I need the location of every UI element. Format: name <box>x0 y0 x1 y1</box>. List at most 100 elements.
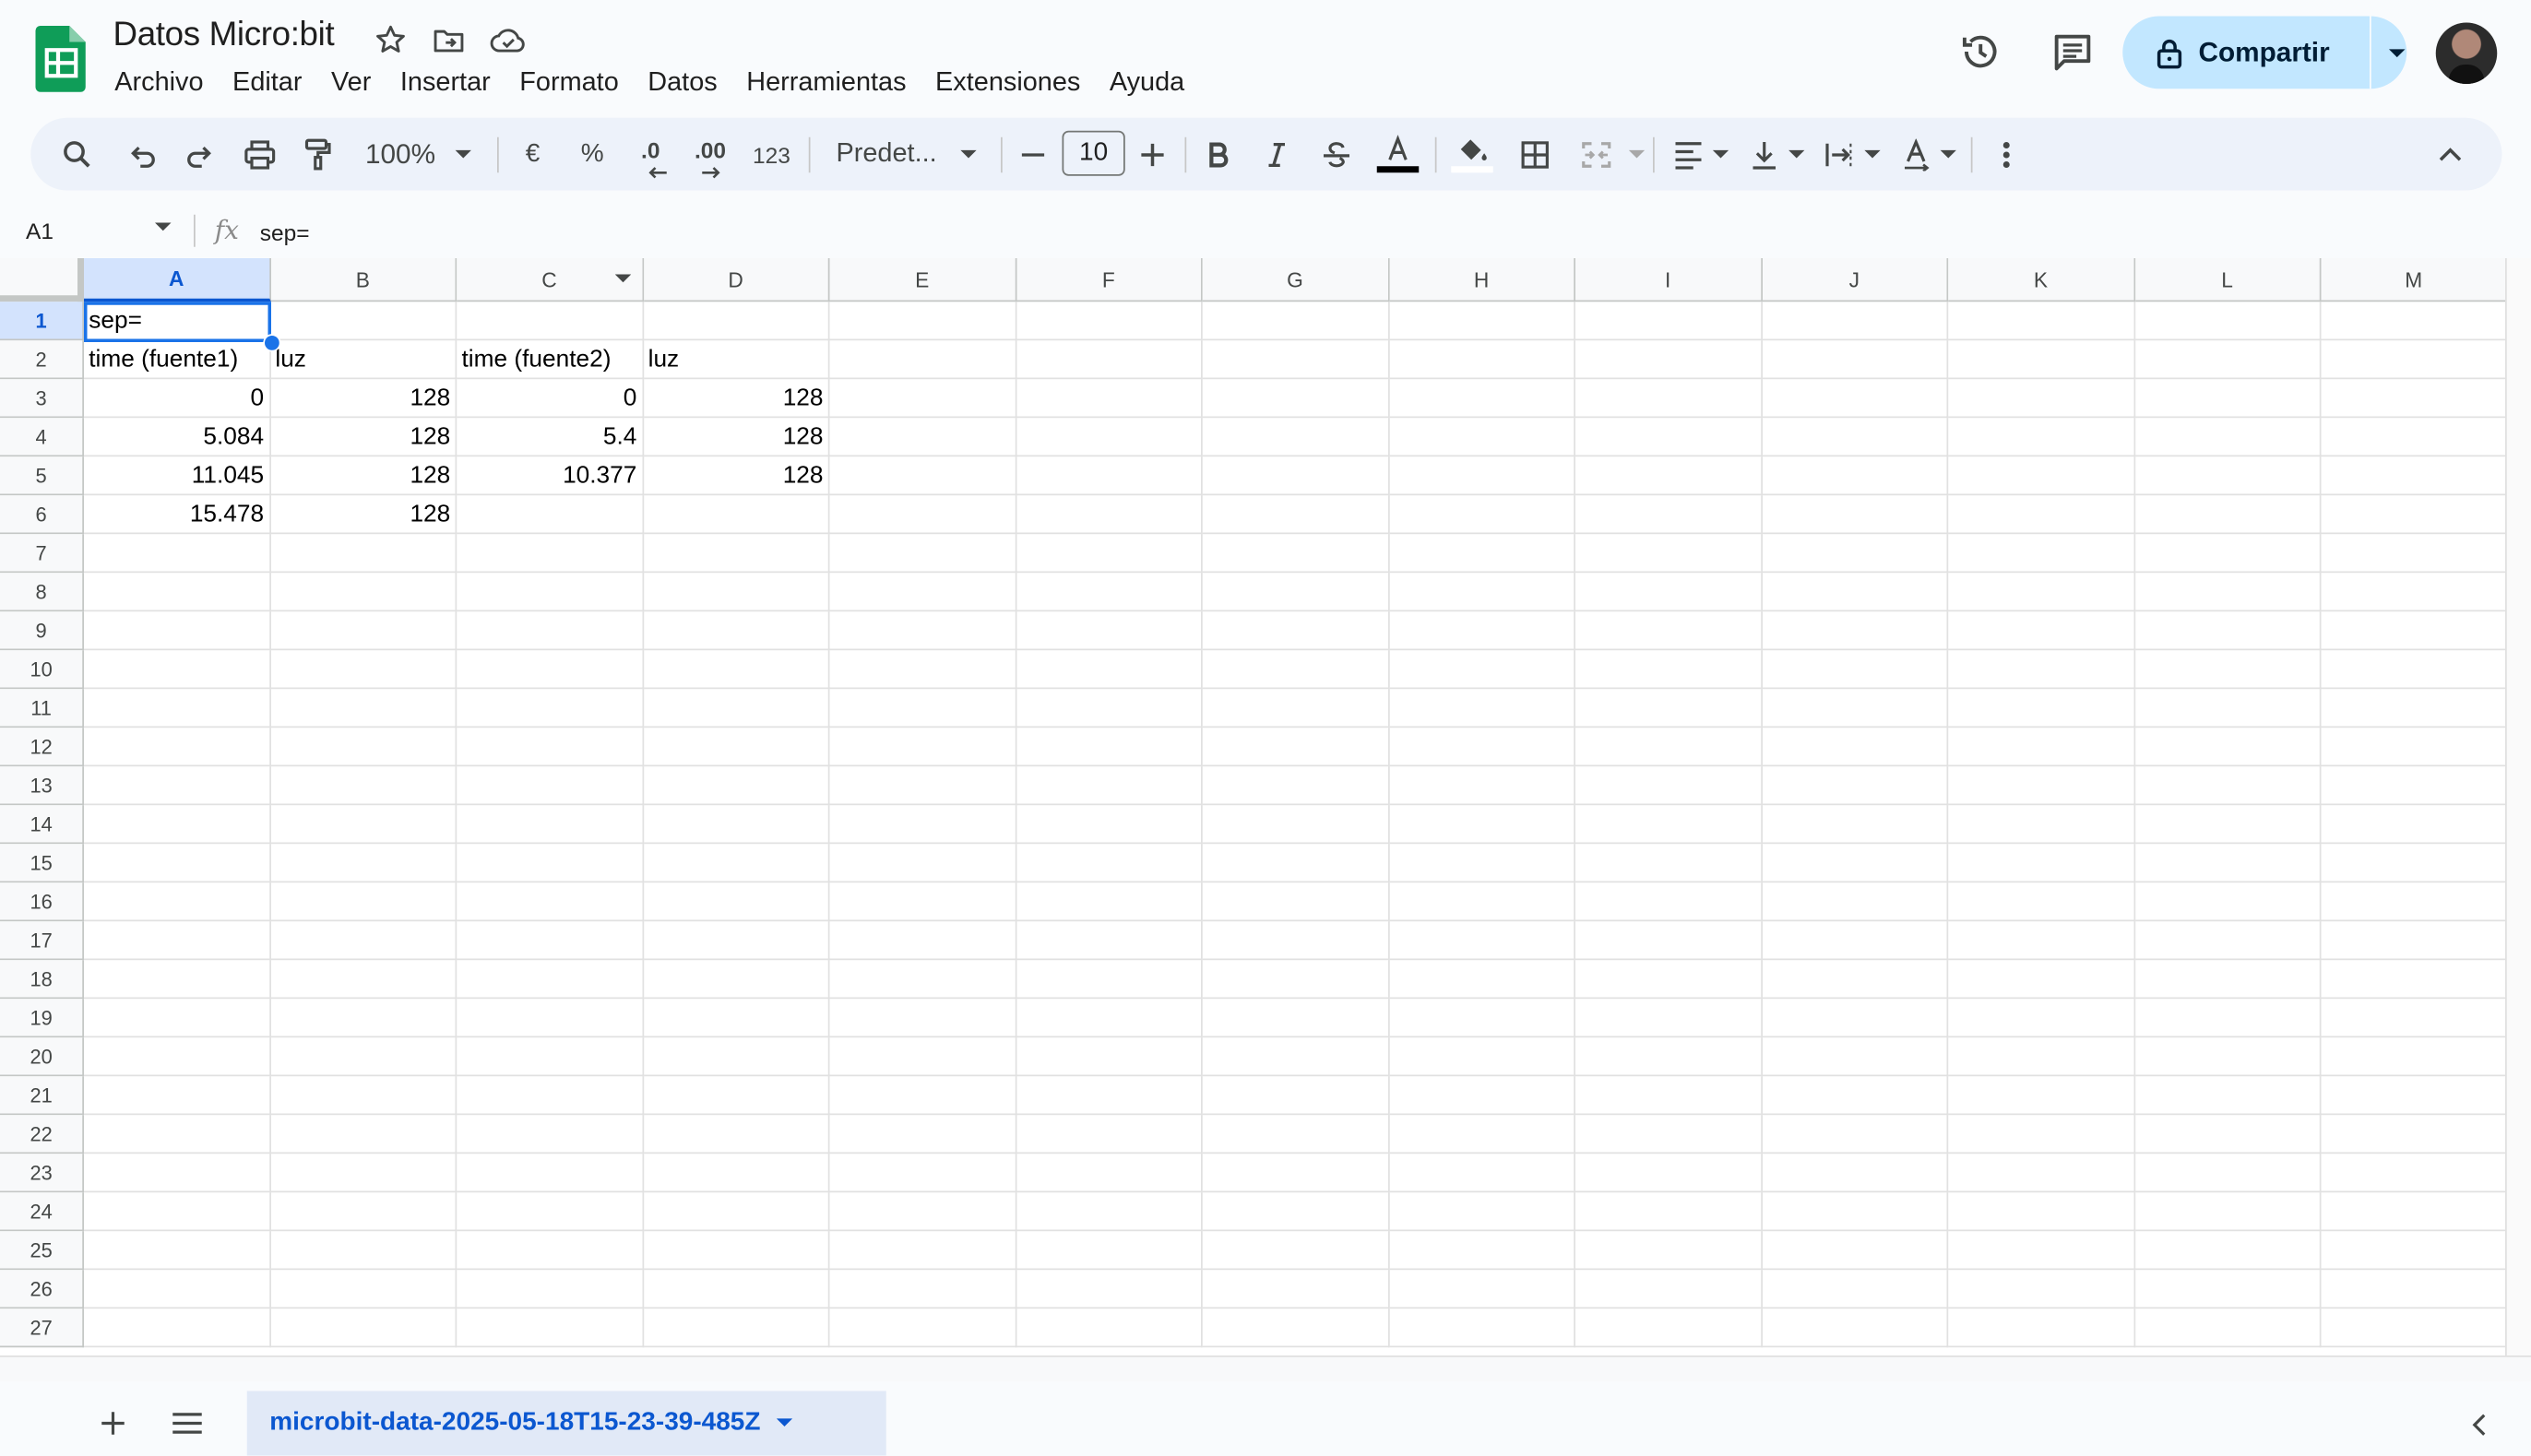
cell[interactable] <box>2321 999 2505 1038</box>
cell[interactable] <box>84 611 271 651</box>
cell[interactable] <box>1202 728 1389 767</box>
cell[interactable] <box>1016 1270 1203 1309</box>
cell[interactable] <box>270 1076 457 1116</box>
cell[interactable] <box>457 611 644 651</box>
cell[interactable] <box>1388 882 1575 922</box>
cell[interactable]: 0 <box>457 379 644 419</box>
text-rotation-icon[interactable] <box>1896 118 1935 191</box>
cell[interactable] <box>1388 1308 1575 1348</box>
cell[interactable] <box>1948 921 2135 961</box>
cell[interactable] <box>1948 1308 2135 1348</box>
google-sheets-logo-icon[interactable] <box>34 23 89 94</box>
row-header[interactable]: 25 <box>0 1231 84 1271</box>
cell[interactable] <box>1202 882 1389 922</box>
cell[interactable] <box>2134 379 2322 419</box>
cell[interactable] <box>1016 650 1203 690</box>
cell[interactable] <box>270 534 457 574</box>
share-dropdown-icon[interactable] <box>2387 46 2406 59</box>
cell[interactable] <box>1016 805 1203 845</box>
cell[interactable] <box>1016 728 1203 767</box>
row-header[interactable]: 4 <box>0 418 84 457</box>
percent-format-button[interactable]: % <box>575 118 611 191</box>
cell[interactable] <box>643 999 830 1038</box>
cell[interactable] <box>829 999 1016 1038</box>
cell[interactable] <box>1202 650 1389 690</box>
cell[interactable] <box>1575 611 1763 651</box>
row-header[interactable]: 26 <box>0 1270 84 1309</box>
cell[interactable] <box>2134 766 2322 806</box>
all-sheets-icon[interactable] <box>172 1412 204 1435</box>
cell[interactable]: 5.084 <box>84 418 271 457</box>
cell[interactable] <box>643 766 830 806</box>
cell[interactable] <box>1948 302 2135 341</box>
cell[interactable] <box>1202 495 1389 535</box>
cell[interactable] <box>643 1076 830 1116</box>
cell[interactable] <box>1762 999 1949 1038</box>
cell[interactable] <box>1948 844 2135 883</box>
cell[interactable] <box>2321 1308 2505 1348</box>
cell[interactable] <box>1202 805 1389 845</box>
cell[interactable] <box>1575 456 1763 496</box>
menu-extensiones[interactable]: Extensiones <box>921 65 1095 101</box>
cell[interactable] <box>643 534 830 574</box>
cell[interactable] <box>2134 573 2322 612</box>
cell[interactable] <box>1016 844 1203 883</box>
cell[interactable] <box>643 1270 830 1309</box>
cell[interactable] <box>1762 1115 1949 1154</box>
cell[interactable] <box>1762 340 1949 380</box>
cell[interactable] <box>270 805 457 845</box>
cell[interactable] <box>1948 999 2135 1038</box>
cell[interactable] <box>1762 882 1949 922</box>
cell[interactable] <box>1762 495 1949 535</box>
cell[interactable] <box>84 1308 271 1348</box>
cell[interactable] <box>2321 1037 2505 1077</box>
cell[interactable] <box>1575 573 1763 612</box>
cell[interactable] <box>1762 766 1949 806</box>
cell[interactable] <box>457 1308 644 1348</box>
cell[interactable] <box>1202 960 1389 1000</box>
cell[interactable] <box>1948 728 2135 767</box>
cell[interactable] <box>1202 456 1389 496</box>
cell[interactable] <box>1388 999 1575 1038</box>
cell[interactable] <box>457 689 644 728</box>
search-menus-icon[interactable] <box>58 118 97 191</box>
cell[interactable] <box>643 728 830 767</box>
cell[interactable] <box>1762 573 1949 612</box>
cell[interactable]: 128 <box>270 418 457 457</box>
cell[interactable] <box>1575 999 1763 1038</box>
cell[interactable] <box>1016 1308 1203 1348</box>
cell[interactable] <box>1016 1115 1203 1154</box>
cell[interactable] <box>1016 456 1203 496</box>
cell[interactable] <box>2134 882 2322 922</box>
cell[interactable] <box>1016 1154 1203 1193</box>
cell[interactable] <box>1388 805 1575 845</box>
cell[interactable] <box>829 1270 1016 1309</box>
cell[interactable] <box>1762 844 1949 883</box>
version-history-icon[interactable] <box>1958 30 2003 75</box>
cell[interactable] <box>2321 611 2505 651</box>
cell[interactable] <box>2134 1076 2322 1116</box>
cell[interactable] <box>1575 1270 1763 1309</box>
cell[interactable] <box>1575 1231 1763 1271</box>
cell[interactable] <box>2134 999 2322 1038</box>
cell[interactable] <box>1575 921 1763 961</box>
cell[interactable] <box>1575 302 1763 341</box>
cell[interactable] <box>1762 689 1949 728</box>
cell[interactable] <box>829 611 1016 651</box>
cell[interactable] <box>84 1231 271 1271</box>
column-header-f[interactable]: F <box>1016 258 1203 302</box>
cell[interactable] <box>829 1192 1016 1232</box>
cell[interactable] <box>1948 882 2135 922</box>
cell[interactable] <box>643 573 830 612</box>
cell[interactable] <box>1016 534 1203 574</box>
font-family-select[interactable]: Predet... <box>826 118 959 191</box>
cell[interactable] <box>1016 418 1203 457</box>
column-header-g[interactable]: G <box>1202 258 1389 302</box>
sheet-tab-active[interactable]: microbit-data-2025-05-18T15-23-39-485Z <box>246 1391 886 1456</box>
cell[interactable] <box>1388 340 1575 380</box>
collapse-toolbar-icon[interactable] <box>2431 118 2470 191</box>
cell[interactable] <box>1388 1037 1575 1077</box>
cell[interactable] <box>1202 999 1389 1038</box>
cell[interactable] <box>457 650 644 690</box>
cell[interactable] <box>2321 844 2505 883</box>
